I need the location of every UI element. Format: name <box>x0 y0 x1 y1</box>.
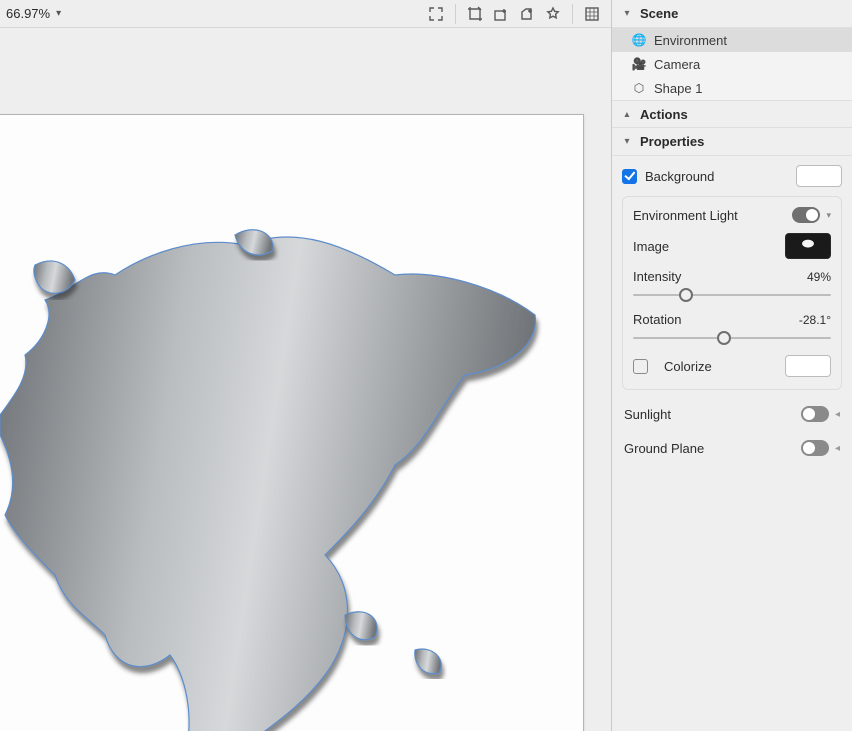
separator <box>455 4 456 24</box>
colorize-label: Colorize <box>664 359 785 374</box>
ground-plane-row: Ground Plane ◂ <box>624 436 840 460</box>
sunlight-expand-icon[interactable]: ◂ <box>835 409 840 420</box>
rotation-label: Rotation <box>633 312 799 327</box>
env-image-thumb[interactable] <box>785 233 831 259</box>
env-image-label: Image <box>633 239 785 254</box>
intensity-label: Intensity <box>633 269 807 284</box>
camera-icon: 🎥 <box>632 57 646 71</box>
materials-icon[interactable] <box>579 2 605 26</box>
colorize-row: Colorize <box>633 355 831 377</box>
sunlight-label: Sunlight <box>624 407 801 422</box>
globe-icon: 🌐 <box>632 33 646 47</box>
side-panel: ▾ Scene 🌐 Environment 🎥 Camera ⬡ Shape 1… <box>612 0 852 731</box>
properties-body: Background Environment Light ▾ Image Int… <box>612 156 852 472</box>
chevron-right-icon: ▸ <box>622 109 633 119</box>
zoom-value: 66.97% <box>6 6 50 21</box>
intensity-value: 49% <box>807 270 831 284</box>
env-light-toggle-menu[interactable]: ▾ <box>826 210 831 221</box>
add-rect-icon[interactable] <box>488 2 514 26</box>
intensity-group: Intensity 49% <box>633 269 831 302</box>
slider-thumb[interactable] <box>717 331 731 345</box>
background-row: Background <box>622 164 842 188</box>
actions-section-header[interactable]: ▸ Actions <box>612 100 852 128</box>
env-light-label: Environment Light <box>633 208 792 223</box>
add-star-icon[interactable] <box>540 2 566 26</box>
rotation-value: -28.1° <box>799 313 831 327</box>
chevron-down-icon: ▾ <box>622 8 632 19</box>
canvas-area: 66.97% ▾ <box>0 0 612 731</box>
actions-section-label: Actions <box>640 107 688 122</box>
sunlight-row: Sunlight ◂ <box>624 402 840 426</box>
artboard <box>0 114 584 731</box>
sunlight-toggle[interactable] <box>801 406 829 422</box>
scene-item-shape[interactable]: ⬡ Shape 1 <box>612 76 852 100</box>
rotation-group: Rotation -28.1° <box>633 312 831 345</box>
fit-screen-icon[interactable] <box>423 2 449 26</box>
scene-list: 🌐 Environment 🎥 Camera ⬡ Shape 1 <box>612 28 852 100</box>
cube-icon: ⬡ <box>632 81 646 95</box>
env-light-toggle[interactable] <box>792 207 820 223</box>
background-color-swatch[interactable] <box>796 165 842 187</box>
add-shape-icon[interactable] <box>514 2 540 26</box>
ground-plane-toggle[interactable] <box>801 440 829 456</box>
properties-section-label: Properties <box>640 134 704 149</box>
slider-thumb[interactable] <box>679 288 693 302</box>
scene-item-label: Camera <box>654 57 700 72</box>
properties-section-header[interactable]: ▾ Properties <box>612 128 852 156</box>
crop-rotate-icon[interactable] <box>462 2 488 26</box>
colorize-color-swatch[interactable] <box>785 355 831 377</box>
separator <box>572 4 573 24</box>
scene-item-environment[interactable]: 🌐 Environment <box>612 28 852 52</box>
chevron-down-icon: ▾ <box>622 136 632 147</box>
chevron-down-icon: ▾ <box>56 8 61 19</box>
scene-item-label: Shape 1 <box>654 81 702 96</box>
ground-plane-label: Ground Plane <box>624 441 801 456</box>
top-toolbar: 66.97% ▾ <box>0 0 611 28</box>
scene-section-label: Scene <box>640 6 678 21</box>
scene-item-camera[interactable]: 🎥 Camera <box>612 52 852 76</box>
tool-icons <box>423 0 611 27</box>
environment-light-card: Environment Light ▾ Image Intensity 49% <box>622 196 842 390</box>
viewport[interactable] <box>0 28 611 731</box>
rotation-slider[interactable] <box>633 331 831 345</box>
intensity-slider[interactable] <box>633 288 831 302</box>
scene-item-label: Environment <box>654 33 727 48</box>
zoom-dropdown[interactable]: 66.97% ▾ <box>0 0 67 27</box>
colorize-checkbox[interactable] <box>633 359 648 374</box>
background-label: Background <box>645 169 796 184</box>
scene-section-header[interactable]: ▾ Scene <box>612 0 852 28</box>
background-checkbox[interactable] <box>622 169 637 184</box>
ground-plane-expand-icon[interactable]: ◂ <box>835 443 840 454</box>
